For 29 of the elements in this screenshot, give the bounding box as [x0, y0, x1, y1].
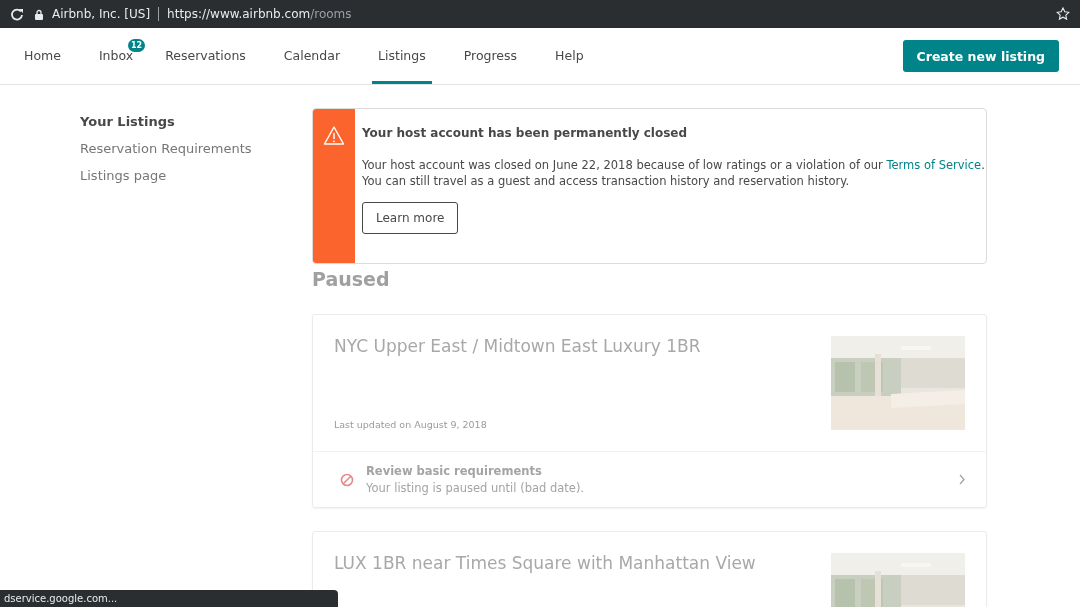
create-listing-button[interactable]: Create new listing — [902, 40, 1059, 72]
sidebar-link[interactable]: Your Listings — [80, 114, 312, 129]
status-tooltip: dservice.google.com... — [0, 590, 338, 607]
count-badge: 12 — [128, 39, 146, 52]
star-icon[interactable] — [1056, 7, 1070, 21]
blocked-icon — [340, 472, 354, 487]
sidebar-link[interactable]: Listings page — [80, 168, 312, 183]
lock-icon — [34, 8, 44, 20]
nav-tab[interactable]: Inbox 12 — [92, 28, 146, 84]
nav-tab[interactable]: Listings — [372, 28, 432, 84]
requirement-title: Review basic requirements — [366, 464, 543, 478]
nav-tab[interactable]: Help — [549, 28, 590, 84]
learn-more-button[interactable]: Learn more — [362, 202, 459, 234]
nav-tab[interactable]: Home — [18, 28, 67, 84]
alert-message: Your host account was closed on June 22, 2018 because of low ratings or a violation of our Terms of Service. You can still travel as a guest and access transaction history and reservation history. — [362, 157, 985, 189]
url-text[interactable]: https://www.airbnb.com/rooms — [167, 7, 352, 21]
sidebar-link[interactable]: Reservation Requirements — [80, 141, 312, 156]
warning-icon — [323, 125, 345, 146]
alert-title: Your host account has been permanently closed — [362, 126, 688, 140]
nav-tab[interactable]: Calendar — [277, 28, 347, 84]
last-updated: Last updated on August 9, 2018 — [334, 419, 488, 430]
nav-tab[interactable]: Progress — [457, 28, 524, 84]
terms-link[interactable]: Terms of Service — [886, 158, 982, 172]
requirement-detail: Your listing is paused until (bad date). — [366, 481, 586, 495]
section-heading: Paused — [312, 268, 391, 290]
nav-tab[interactable]: Reservations — [159, 28, 252, 84]
chevron-right-icon — [958, 473, 966, 486]
reload-icon[interactable] — [10, 7, 24, 21]
site-identity: Airbnb, Inc. [US] — [52, 7, 151, 21]
